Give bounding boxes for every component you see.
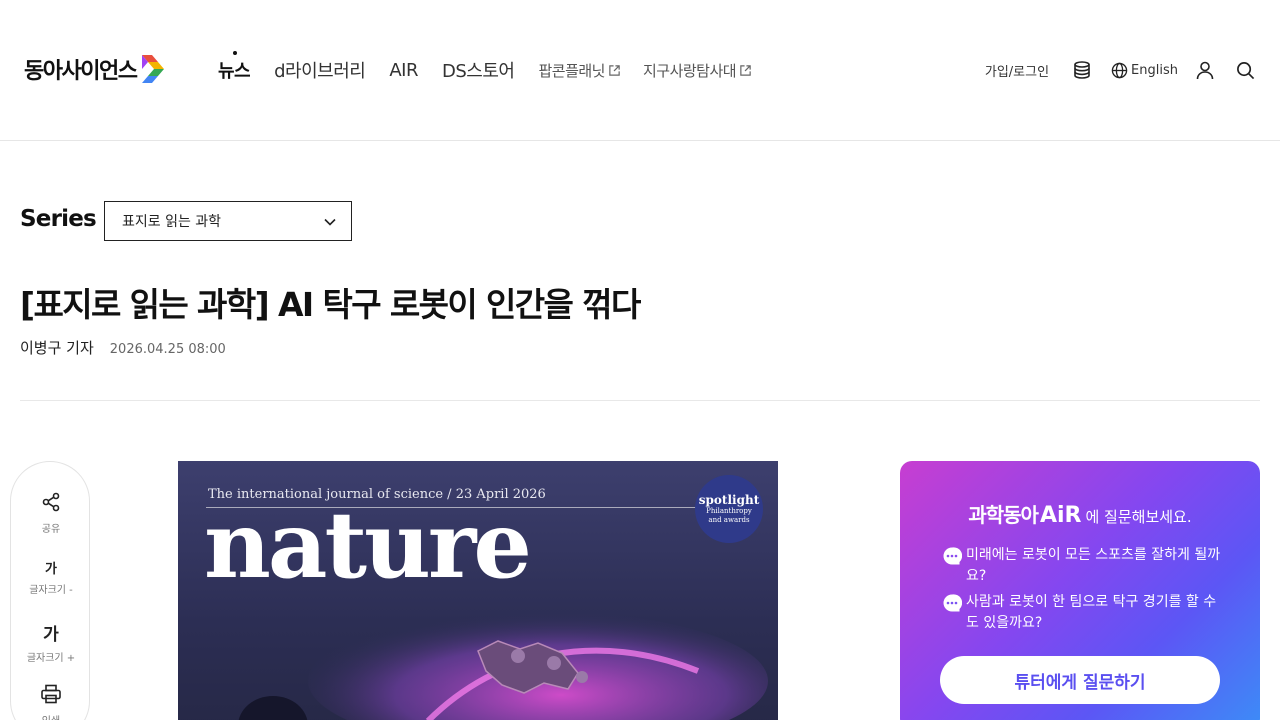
font-bigger-glyph: 가 bbox=[43, 625, 59, 645]
nav-label: 지구사랑탐사대 bbox=[642, 61, 737, 80]
logo-mark-icon bbox=[142, 55, 165, 83]
database-icon[interactable] bbox=[1071, 59, 1093, 81]
divider bbox=[20, 400, 1260, 401]
print-label: 인쇄 bbox=[11, 712, 91, 720]
nav-label: 뉴스 bbox=[218, 61, 251, 82]
article-author[interactable]: 이병구 기자 bbox=[20, 337, 94, 358]
ai-question-text: 미래에는 로봇이 모든 스포츠를 잘하게 될까요? bbox=[966, 547, 1221, 584]
nav-label: AIR bbox=[389, 59, 418, 81]
nav-item-dlibrary[interactable]: d라이브러리 bbox=[274, 57, 366, 83]
spotlight-sub-2: and awards bbox=[708, 516, 750, 524]
nav-label: DS스토어 bbox=[442, 61, 515, 82]
login-link[interactable]: 가입/로그인 bbox=[985, 61, 1049, 80]
ai-suggested-question[interactable]: 사람과 로봇이 한 팀으로 탁구 경기를 할 수도 있을까요? bbox=[942, 592, 1222, 634]
site-header: 동아사이언스 뉴스 d라이브러리 AIR DS스토어 팝콘플래닛 지구사랑탐사대… bbox=[0, 0, 1280, 141]
language-label: English bbox=[1131, 62, 1178, 78]
spotlight-sub-1: Philanthropy bbox=[706, 507, 752, 515]
nav-label: d라이브러리 bbox=[274, 61, 366, 82]
ai-tutor-panel: 과학동아 AiR 에 질문해보세요. 미래에는 로봇이 모든 스포츠를 잘하게 … bbox=[900, 461, 1260, 720]
share-label: 공유 bbox=[41, 524, 61, 535]
series-label: Series bbox=[20, 206, 97, 232]
nature-cover-image: The international journal of science / 2… bbox=[178, 461, 778, 720]
chat-bubble-icon bbox=[943, 594, 962, 612]
ai-question-text: 사람과 로봇이 한 팀으로 탁구 경기를 할 수도 있을까요? bbox=[966, 594, 1217, 631]
ai-heading-suffix: 에 질문해보세요. bbox=[1085, 508, 1192, 526]
article-meta: 이병구 기자 2026.04.25 08:00 bbox=[20, 337, 226, 358]
nav-item-popcornplanet[interactable]: 팝콘플래닛 bbox=[538, 60, 621, 81]
nav-item-news[interactable]: 뉴스 bbox=[218, 51, 251, 83]
article-date: 2026.04.25 08:00 bbox=[109, 342, 226, 357]
print-button[interactable]: 인쇄 bbox=[11, 684, 91, 720]
article-title: [표지로 읽는 과학] AI 탁구 로봇이 인간을 꺾다 bbox=[20, 285, 641, 324]
site-logo[interactable]: 동아사이언스 bbox=[24, 52, 166, 86]
active-dot bbox=[233, 51, 237, 55]
external-link-icon bbox=[609, 64, 620, 76]
font-smaller-button[interactable]: 가 글자크기 - bbox=[11, 558, 91, 596]
font-smaller-label: 글자크기 - bbox=[29, 585, 73, 596]
external-link-icon bbox=[740, 64, 751, 76]
ai-brand: 과학동아 bbox=[968, 503, 1039, 527]
article-toolbar: 공유 가 글자크기 - 가 글자크기 + 인쇄 bbox=[10, 461, 90, 720]
logo-text: 동아사이언스 bbox=[24, 59, 138, 84]
chat-bubble-icon bbox=[943, 547, 962, 565]
nav-label: 팝콘플래닛 bbox=[538, 61, 605, 80]
nav-item-dsstore[interactable]: DS스토어 bbox=[442, 57, 515, 83]
header-actions: 가입/로그인 English bbox=[985, 58, 1256, 82]
search-icon[interactable] bbox=[1234, 59, 1256, 81]
ai-heading: 과학동아 AiR 에 질문해보세요. bbox=[900, 499, 1260, 528]
series-dropdown[interactable]: 표지로 읽는 과학 bbox=[104, 201, 352, 241]
language-switch[interactable]: English bbox=[1111, 62, 1178, 79]
share-icon bbox=[42, 492, 60, 512]
nav-item-air[interactable]: AIR bbox=[389, 60, 418, 81]
robot-arm-artwork bbox=[238, 611, 768, 720]
nav-item-earthlove[interactable]: 지구사랑탐사대 bbox=[643, 60, 752, 81]
main-nav: 뉴스 d라이브러리 AIR DS스토어 팝콘플래닛 지구사랑탐사대 bbox=[218, 51, 774, 84]
ai-brand-air: AiR bbox=[1039, 503, 1082, 528]
series-selected: 표지로 읽는 과학 bbox=[122, 214, 222, 230]
chevron-down-icon bbox=[324, 218, 336, 226]
spotlight-badge: spotlight Philanthropy and awards bbox=[695, 475, 763, 543]
cover-masthead: nature bbox=[204, 491, 532, 599]
globe-icon bbox=[1111, 62, 1128, 78]
font-smaller-glyph: 가 bbox=[45, 562, 57, 577]
font-bigger-button[interactable]: 가 글자크기 + bbox=[11, 620, 91, 664]
user-icon[interactable] bbox=[1194, 59, 1216, 81]
spotlight-title: spotlight bbox=[698, 493, 760, 507]
share-button[interactable]: 공유 bbox=[11, 492, 91, 535]
ask-tutor-button[interactable]: 튜터에게 질문하기 bbox=[940, 656, 1220, 704]
ai-suggested-question[interactable]: 미래에는 로봇이 모든 스포츠를 잘하게 될까요? bbox=[942, 545, 1222, 587]
font-bigger-label: 글자크기 + bbox=[26, 653, 76, 664]
print-icon bbox=[41, 684, 61, 704]
